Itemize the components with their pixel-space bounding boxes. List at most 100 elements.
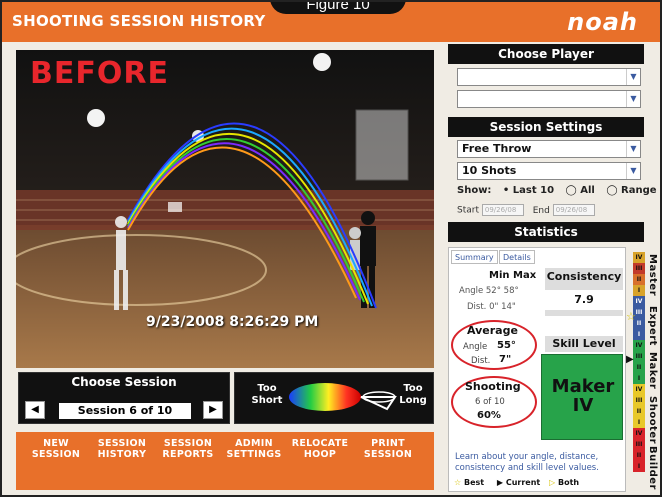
radio-all[interactable]: ◯ All <box>566 185 595 196</box>
rung: IV <box>633 340 645 351</box>
chevron-right-icon: ▶ <box>209 404 217 415</box>
before-label: BEFORE <box>30 56 169 91</box>
start-date-field[interactable]: 09/26/08 <box>481 204 524 216</box>
statistics-panel: Summary Details Min Max Angle 52° 58° Di… <box>448 247 626 492</box>
start-label: Start <box>457 205 479 216</box>
level-master: Master <box>647 254 658 297</box>
marker-legend: ☆ Best ▶ Current ▷ Both <box>454 478 579 487</box>
rung: III <box>633 263 645 274</box>
min-header: Min <box>489 270 510 281</box>
tab-summary[interactable]: Summary <box>451 250 498 264</box>
figure-label: Figure 10 <box>270 2 406 14</box>
print-session-button[interactable]: PRINT SESSION <box>358 438 418 460</box>
legend-best: Best <box>463 478 485 487</box>
legend-current: Current <box>505 478 541 487</box>
end-date-field[interactable]: 09/26/08 <box>552 204 595 216</box>
level-expert: Expert <box>647 306 658 346</box>
shooting-percent: 60% <box>477 410 501 421</box>
rung: II <box>633 406 645 417</box>
current-marker-icon: ▶ <box>496 478 504 487</box>
next-session-button[interactable]: ▶ <box>203 401 223 419</box>
radio-last10[interactable]: • Last 10 <box>503 185 554 196</box>
session-settings-header: Session Settings <box>448 117 644 137</box>
level-shooter: Shooter <box>647 396 658 445</box>
skill-level-label: Skill Level <box>545 336 623 352</box>
learn-more-link[interactable]: Learn about your angle, distance, consis… <box>455 452 621 474</box>
shot-video-replay: BEFORE 9/23/2008 8:26:29 PM <box>16 50 434 368</box>
rung: III <box>633 439 645 450</box>
avg-angle-label: Angle <box>463 342 488 352</box>
consistency-box: Consistency 7.9 <box>545 268 623 316</box>
dist-minmax: Dist. 0" 14" <box>467 302 516 312</box>
rung: I <box>633 329 645 340</box>
radio-all-label: All <box>580 185 595 196</box>
avg-angle-value: 55° <box>497 340 516 351</box>
shooting-label: Shooting <box>465 380 521 393</box>
shot-type-dropdown[interactable]: Free Throw ▼ <box>457 140 641 158</box>
rung: IV <box>633 428 645 439</box>
skill-level-box: Maker IV <box>541 354 623 440</box>
rung: II <box>633 362 645 373</box>
min-max-box: Min Max Angle 52° 58° Dist. 0" 14" <box>457 270 543 318</box>
admin-settings-button[interactable]: ADMIN SETTINGS <box>224 438 284 460</box>
current-arrow-icon: ▶ <box>626 354 634 365</box>
rung: I <box>633 373 645 384</box>
avg-dist-value: 7" <box>499 354 512 365</box>
both-marker-icon: ▷ <box>549 478 556 487</box>
average-label: Average <box>467 324 518 337</box>
session-reports-button[interactable]: SESSION REPORTS <box>158 438 218 460</box>
radio-last10-label: Last 10 <box>512 185 555 196</box>
tab-details[interactable]: Details <box>499 250 535 264</box>
consistency-label: Consistency <box>546 270 622 283</box>
noah-logo: noah <box>567 8 638 36</box>
chevron-left-icon: ◀ <box>31 404 39 415</box>
session-history-button[interactable]: SESSION HISTORY <box>92 438 152 460</box>
chevron-down-icon: ▼ <box>626 141 640 157</box>
radio-range[interactable]: ◯ Range <box>606 185 656 196</box>
rung: IV <box>633 252 645 263</box>
rung: II <box>633 450 645 461</box>
max-header: Max <box>513 270 537 281</box>
prev-session-button[interactable]: ◀ <box>25 401 45 419</box>
chevron-down-icon: ▼ <box>626 91 640 107</box>
chevron-down-icon: ▼ <box>626 163 640 179</box>
too-short-label: Too Short <box>251 383 283 406</box>
radio-range-label: Range <box>621 185 657 196</box>
player-dropdown-1[interactable]: ▼ <box>457 68 641 86</box>
rung: III <box>633 351 645 362</box>
skill-level-value: Maker IV <box>551 376 615 416</box>
choose-player-header: Choose Player <box>448 44 644 64</box>
choose-session-title: Choose Session <box>71 375 177 389</box>
shot-count-value: 10 Shots <box>462 164 517 177</box>
legend-both: Both <box>557 478 580 487</box>
avg-dist-label: Dist. <box>471 356 491 366</box>
statistics-header: Statistics <box>448 222 644 242</box>
rung: II <box>633 274 645 285</box>
level-maker: Maker <box>647 352 658 390</box>
video-timestamp: 9/23/2008 8:26:29 PM <box>146 314 319 330</box>
page-title: SHOOTING SESSION HISTORY <box>12 12 266 30</box>
shot-type-value: Free Throw <box>462 142 532 155</box>
shot-count-dropdown[interactable]: 10 Shots ▼ <box>457 162 641 180</box>
spectrum-icon <box>289 383 397 411</box>
app-window: SHOOTING SESSION HISTORY noah Figure 10 <box>0 0 662 497</box>
star-icon: ☆ <box>454 478 462 487</box>
rung: IV <box>633 296 645 307</box>
angle-minmax: Angle 52° 58° <box>459 286 519 296</box>
end-label: End <box>532 205 550 216</box>
shooting-count: 6 of 10 <box>475 397 505 407</box>
date-range: Start 09/26/08 End 09/26/08 <box>457 204 595 216</box>
rung: I <box>633 461 645 472</box>
skill-scale: IV III II I IV III II I IV III II I IV I… <box>633 252 645 492</box>
relocate-hoop-button[interactable]: RELOCATE HOOP <box>290 438 350 460</box>
new-session-button[interactable]: NEW SESSION <box>26 438 86 460</box>
session-value: Session 6 of 10 <box>59 403 191 419</box>
chevron-down-icon: ▼ <box>626 69 640 85</box>
rung: I <box>633 417 645 428</box>
distance-legend: Too Short Too Long <box>234 372 434 424</box>
rung: III <box>633 395 645 406</box>
best-star-icon: ☆ <box>626 310 636 323</box>
rung: I <box>633 285 645 296</box>
player-dropdown-2[interactable]: ▼ <box>457 90 641 108</box>
level-builder: Builder <box>647 446 658 490</box>
